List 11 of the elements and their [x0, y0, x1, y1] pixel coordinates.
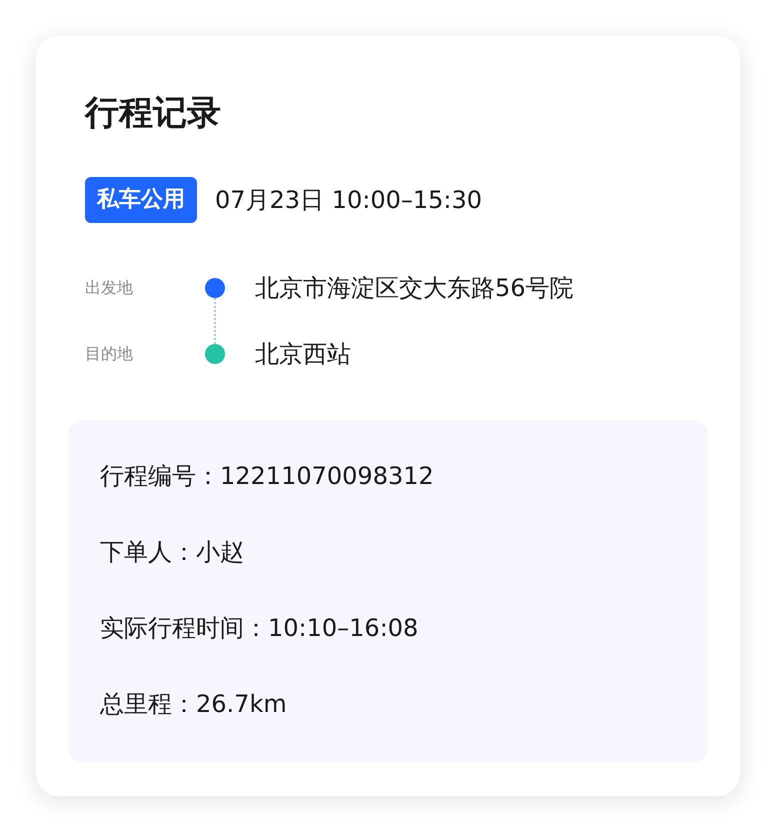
trip-tag: 私车公用: [85, 177, 197, 223]
route-label: 出发地: [85, 277, 134, 299]
route-place: 北京西站: [255, 339, 352, 370]
trip-time: 07月23日 10:00–15:30: [215, 185, 482, 216]
detail-text: 实际行程时间：10:10–16:08: [100, 613, 420, 644]
route-label: 目的地: [85, 343, 134, 365]
detail-text: 行程编号：12211070098312: [100, 461, 435, 492]
card-title: 行程记录: [85, 92, 222, 135]
detail-text: 下单人：小赵: [100, 537, 245, 568]
route-place: 北京市海淀区交大东路56号院: [255, 273, 575, 304]
detail-text: 总里程：26.7km: [100, 689, 288, 720]
